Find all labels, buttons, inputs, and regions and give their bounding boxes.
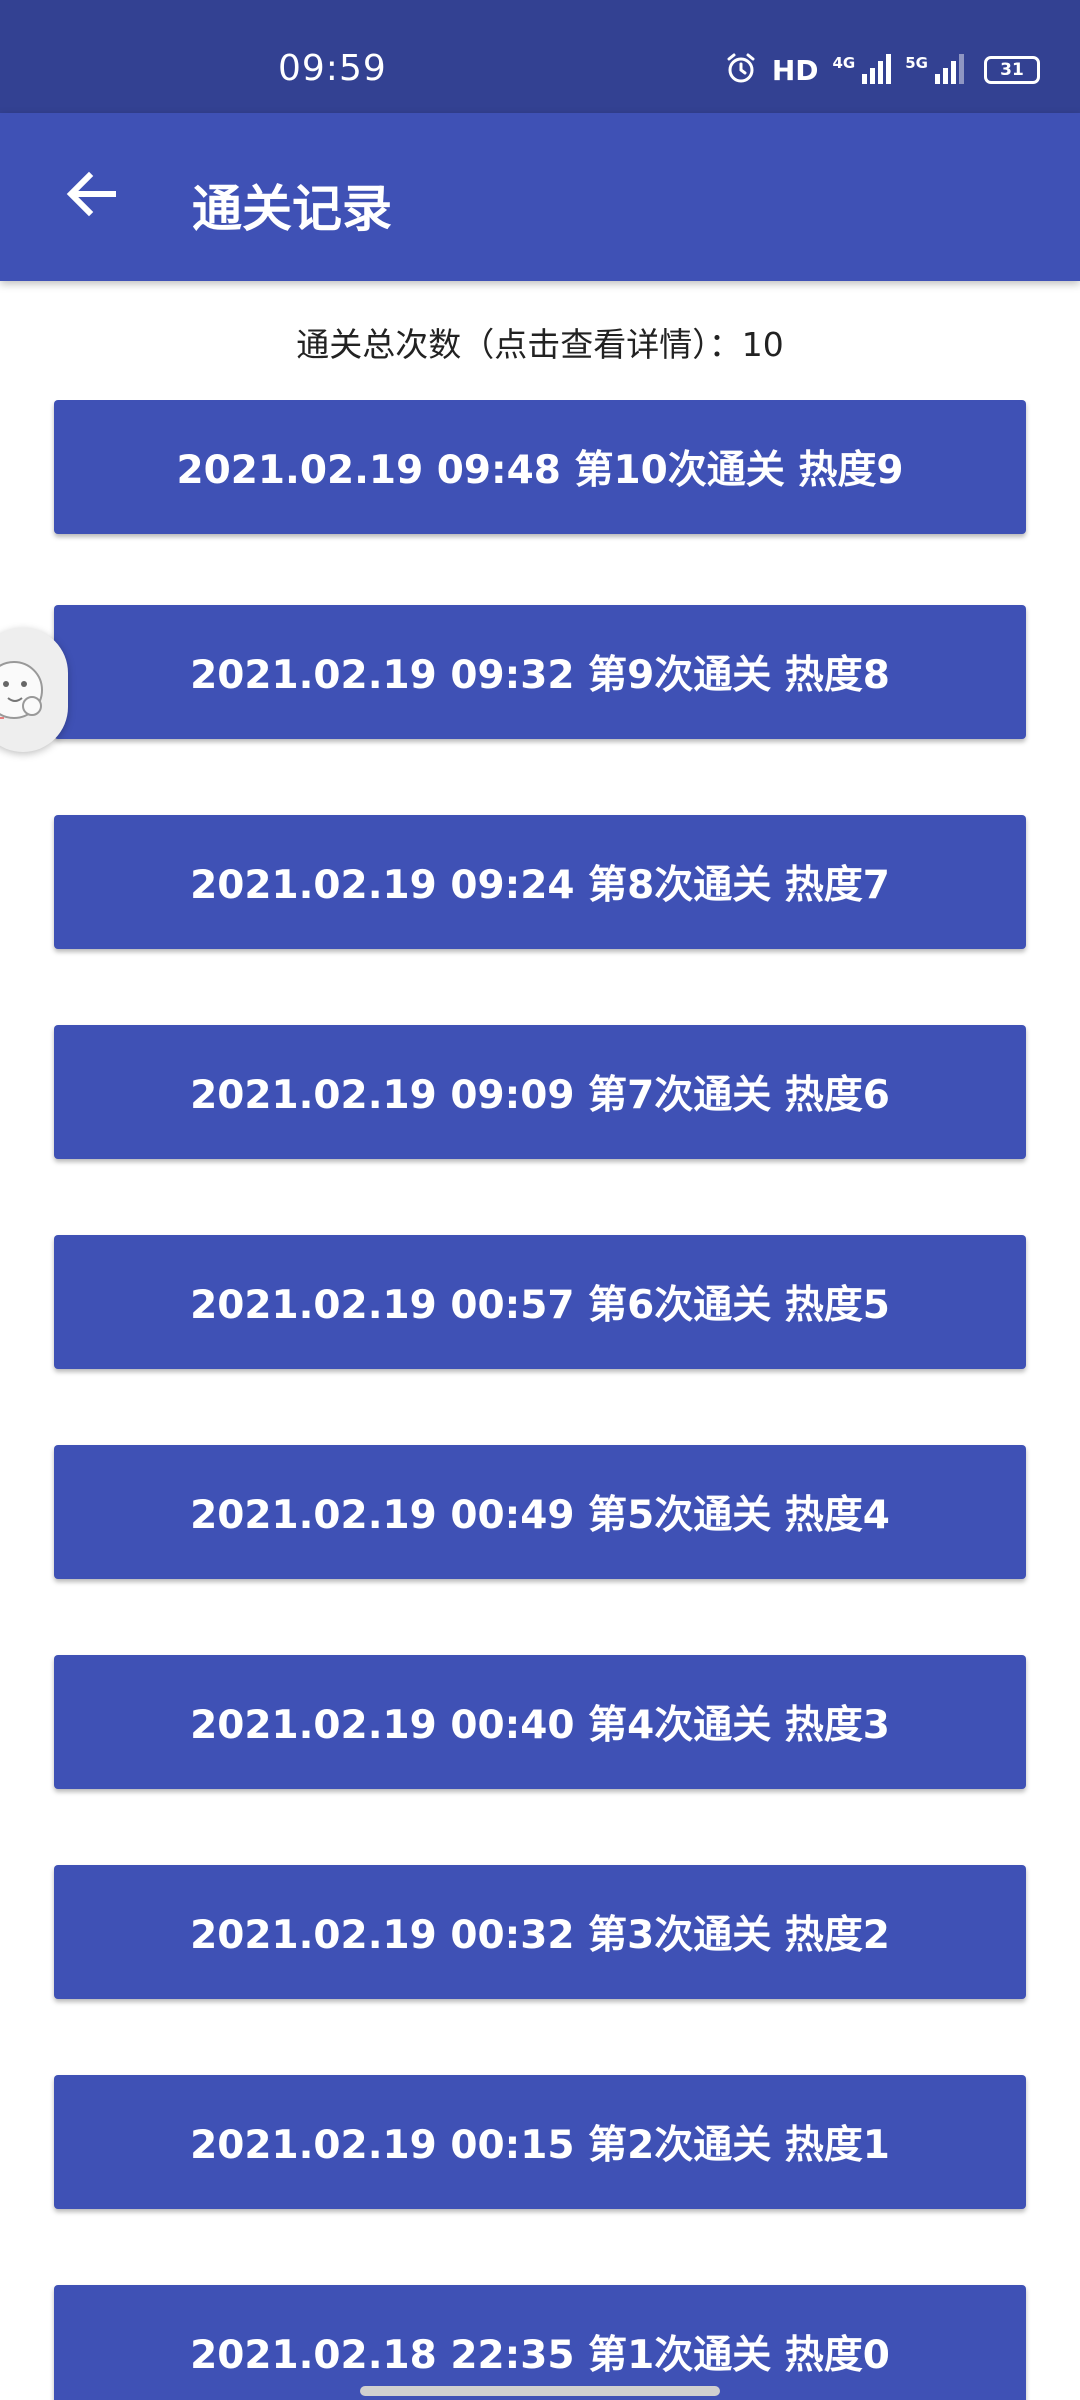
record-item[interactable]: 2021.02.19 09:09 第7次通关 热度6 bbox=[54, 1025, 1026, 1159]
record-label: 2021.02.19 00:15 第2次通关 热度1 bbox=[190, 2123, 890, 2168]
network-type-1: 4G bbox=[832, 54, 856, 72]
record-item[interactable]: 2021.02.19 00:40 第4次通关 热度3 bbox=[54, 1655, 1026, 1789]
record-item[interactable]: 2021.02.19 09:24 第8次通关 热度7 bbox=[54, 815, 1026, 949]
battery-level: 31 bbox=[1000, 60, 1024, 80]
record-label: 2021.02.19 00:32 第3次通关 热度2 bbox=[190, 1913, 890, 1958]
gesture-bar bbox=[360, 2386, 720, 2396]
floating-assistant-button[interactable] bbox=[0, 628, 68, 752]
total-count-link[interactable]: 通关总次数（点击查看详情）：10 bbox=[0, 318, 1080, 366]
record-label: 2021.02.19 09:09 第7次通关 热度6 bbox=[190, 1073, 890, 1118]
record-item[interactable]: 2021.02.19 00:15 第2次通关 热度1 bbox=[54, 2075, 1026, 2209]
record-item[interactable]: 2021.02.19 00:49 第5次通关 热度4 bbox=[54, 1445, 1026, 1579]
record-label: 2021.02.19 00:57 第6次通关 热度5 bbox=[190, 1283, 890, 1328]
signal-icon bbox=[861, 52, 892, 88]
page-title: 通关记录 bbox=[192, 180, 392, 238]
alarm-icon bbox=[724, 51, 758, 89]
status-icons: HD 4G 5G 31 bbox=[724, 48, 1040, 92]
record-item[interactable]: 2021.02.19 00:32 第3次通关 热度2 bbox=[54, 1865, 1026, 1999]
status-time: 09:59 bbox=[278, 48, 387, 89]
hd-indicator: HD bbox=[771, 53, 819, 87]
record-label: 2021.02.19 09:32 第9次通关 热度8 bbox=[190, 653, 890, 698]
app-bar: 通关记录 bbox=[0, 113, 1080, 281]
battery-icon: 31 bbox=[984, 56, 1040, 84]
record-label: 2021.02.19 09:24 第8次通关 热度7 bbox=[190, 863, 890, 908]
record-label: 2021.02.19 00:49 第5次通关 热度4 bbox=[190, 1493, 890, 1538]
signal-icon-2 bbox=[934, 52, 964, 88]
record-label: 2021.02.19 09:48 第10次通关 热度9 bbox=[176, 448, 904, 493]
record-label: 2021.02.18 22:35 第1次通关 热度0 bbox=[190, 2333, 890, 2378]
record-item[interactable]: 2021.02.19 09:48 第10次通关 热度9 bbox=[54, 400, 1026, 534]
arrow-left-icon bbox=[63, 166, 119, 226]
record-item[interactable]: 2021.02.19 00:57 第6次通关 热度5 bbox=[54, 1235, 1026, 1369]
record-item[interactable]: 2021.02.18 22:35 第1次通关 热度0 bbox=[54, 2285, 1026, 2400]
status-bar: 09:59 HD 4G 5G 31 bbox=[0, 0, 1080, 113]
back-button[interactable] bbox=[54, 159, 128, 233]
network-type-2: 5G bbox=[905, 54, 928, 72]
record-label: 2021.02.19 00:40 第4次通关 热度3 bbox=[190, 1703, 890, 1748]
record-list[interactable]: 2021.02.19 09:48 第10次通关 热度9 2021.02.19 09… bbox=[0, 400, 1080, 2400]
record-item[interactable]: 2021.02.19 09:32 第9次通关 热度8 bbox=[54, 605, 1026, 739]
